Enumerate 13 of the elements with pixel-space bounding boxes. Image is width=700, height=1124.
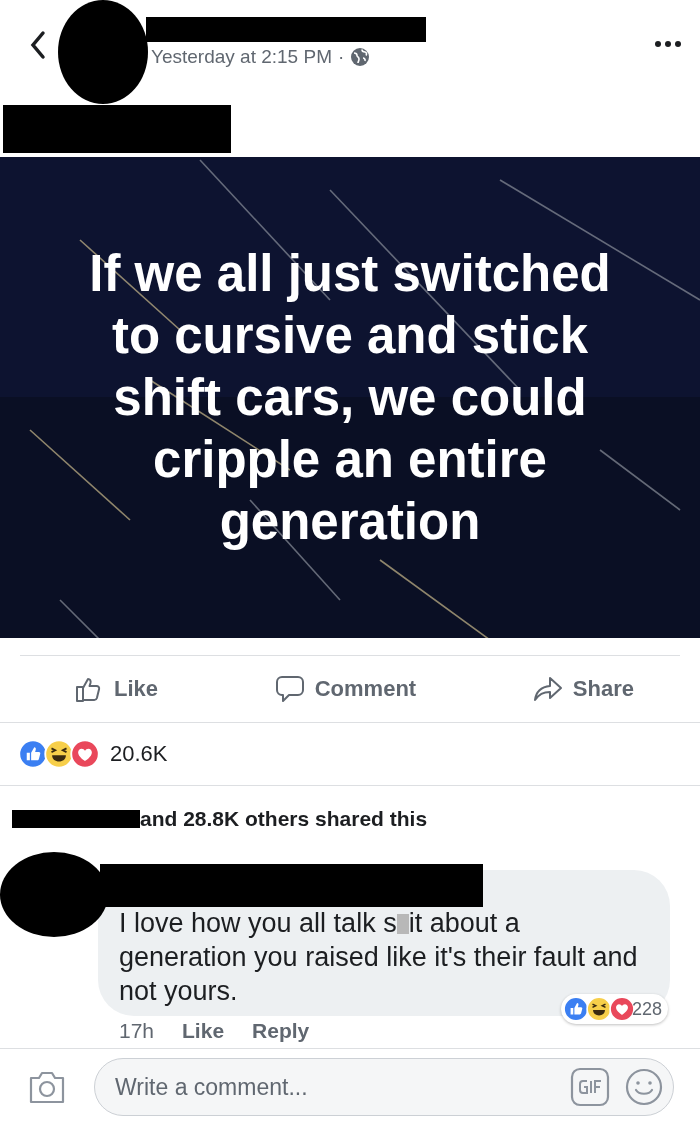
separator-dot: · (337, 46, 345, 68)
reaction-summary[interactable]: 228 (560, 994, 668, 1024)
reaction-count[interactable]: 20.6K (110, 741, 168, 767)
reply-link[interactable]: Reply (252, 1019, 310, 1043)
shares-text[interactable]: and 28.8K others shared this (140, 807, 428, 831)
like-link[interactable]: Like (182, 1019, 225, 1043)
like-button[interactable]: Like (70, 670, 163, 708)
share-button[interactable]: Share (528, 670, 638, 708)
comment-button[interactable]: Comment (270, 670, 421, 708)
image-caption: If we all just switched to cursive and stick shift cars, we could cripple an entire generation (89, 243, 611, 552)
post-timestamp: Yesterday at 2:15 PM (151, 46, 332, 68)
comment-input-field[interactable]: Write a comment... (94, 1058, 674, 1116)
comment-time: 17h (119, 1019, 155, 1043)
